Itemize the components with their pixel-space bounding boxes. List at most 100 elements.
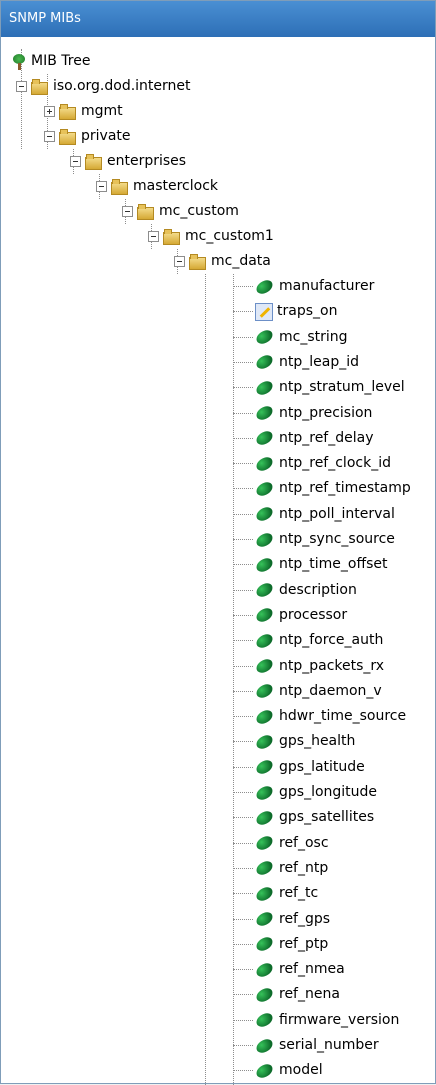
expand-icon[interactable] xyxy=(44,106,55,117)
mib-leaf-ref-ntp[interactable]: ref_ntp xyxy=(255,856,328,881)
tree-connector xyxy=(233,336,253,338)
collapse-icon[interactable] xyxy=(16,81,27,92)
mib-leaf-label: processor xyxy=(279,606,348,623)
collapse-icon[interactable] xyxy=(174,256,185,267)
tree-connector xyxy=(233,387,253,389)
tree-node-label: mc_custom xyxy=(159,203,239,219)
leaf-icon xyxy=(255,430,275,446)
mib-leaf-ntp-force-auth[interactable]: ntp_force_auth xyxy=(255,628,383,653)
collapse-icon[interactable] xyxy=(148,231,159,242)
leaf-icon xyxy=(255,759,275,775)
mib-leaf-description[interactable]: description xyxy=(255,578,357,603)
tree-node-label: mc_custom1 xyxy=(185,228,274,244)
mib-leaf-ref-gps[interactable]: ref_gps xyxy=(255,907,330,932)
tree-connector xyxy=(233,311,253,313)
mib-leaf-processor[interactable]: processor xyxy=(255,603,347,628)
tree-connector xyxy=(233,640,253,642)
tree-node-internet[interactable]: iso.org.dod.internet xyxy=(16,74,191,99)
mib-leaf-firmware-version[interactable]: firmware_version xyxy=(255,1008,399,1033)
mib-leaf-label: ntp_time_offset xyxy=(279,556,388,573)
mib-leaf-gps-satellites[interactable]: gps_satellites xyxy=(255,805,374,830)
mib-leaf-gps-health[interactable]: gps_health xyxy=(255,729,355,754)
leaf-icon xyxy=(255,785,275,801)
panel-title: SNMP MIBs xyxy=(1,1,435,37)
tree-connector xyxy=(233,589,253,591)
folder-icon xyxy=(189,253,207,270)
mib-leaf-label: ref_ptp xyxy=(279,935,329,952)
mib-leaf-ntp-ref-timestamp[interactable]: ntp_ref_timestamp xyxy=(255,476,411,501)
collapse-icon[interactable] xyxy=(96,181,107,192)
folder-icon xyxy=(111,178,129,195)
mib-leaf-ntp-leap-id[interactable]: ntp_leap_id xyxy=(255,350,359,375)
tree-connector xyxy=(233,1019,253,1021)
collapse-icon[interactable] xyxy=(122,206,133,217)
leaf-icon xyxy=(255,987,275,1003)
collapse-icon[interactable] xyxy=(70,156,81,167)
mib-leaf-ref-nena[interactable]: ref_nena xyxy=(255,982,340,1007)
tree-node-label: iso.org.dod.internet xyxy=(53,78,191,94)
mib-tree[interactable]: MIB Tree iso.org.dod.internet mgmt priva… xyxy=(1,37,436,1085)
mib-leaf-ntp-sync-source[interactable]: ntp_sync_source xyxy=(255,527,395,552)
mib-leaf-traps-on[interactable]: traps_on xyxy=(255,299,337,324)
mib-leaf-label: ref_gps xyxy=(279,910,331,927)
mib-leaf-label: ntp_precision xyxy=(279,404,373,421)
mib-leaf-ntp-packets-rx[interactable]: ntp_packets_rx xyxy=(255,654,384,679)
collapse-icon[interactable] xyxy=(44,131,55,142)
tree-node-mgmt[interactable]: mgmt xyxy=(44,99,123,124)
tree-node-label: private xyxy=(81,128,131,144)
mib-leaf-label: ntp_sync_source xyxy=(279,531,395,547)
leaf-icon xyxy=(255,658,275,674)
leaf-icon xyxy=(255,481,275,497)
tree-node-enterprises[interactable]: enterprises xyxy=(70,149,186,174)
mib-leaf-serial-number[interactable]: serial_number xyxy=(255,1033,379,1058)
mib-leaf-mc-string[interactable]: mc_string xyxy=(255,325,348,350)
tree-connector xyxy=(233,564,253,566)
leaf-icon xyxy=(255,329,275,345)
mib-leaf-ntp-ref-clock-id[interactable]: ntp_ref_clock_id xyxy=(255,451,391,476)
leaf-icon xyxy=(255,1012,275,1028)
mib-leaf-label: manufacturer xyxy=(279,278,375,294)
mib-leaf-ref-osc[interactable]: ref_osc xyxy=(255,831,329,856)
tree-root[interactable]: MIB Tree xyxy=(11,49,90,74)
mib-leaf-label: gps_latitude xyxy=(279,758,365,775)
tree-connector xyxy=(233,361,253,363)
tree-node-private[interactable]: private xyxy=(44,124,131,149)
mib-leaf-label: mc_string xyxy=(279,328,348,345)
mib-leaf-label: ntp_force_auth xyxy=(279,632,384,649)
tree-connector xyxy=(233,918,253,920)
tree-connector xyxy=(233,994,253,996)
folder-icon xyxy=(137,203,155,220)
mib-leaf-gps-latitude[interactable]: gps_latitude xyxy=(255,755,365,780)
tree-node-mc-custom1[interactable]: mc_custom1 xyxy=(148,224,274,249)
tree-connector xyxy=(233,437,253,439)
tree-connector xyxy=(233,614,253,616)
tree-node-mc-data[interactable]: mc_data xyxy=(174,249,271,274)
leaf-icon xyxy=(255,582,275,598)
mib-leaf-ref-nmea[interactable]: ref_nmea xyxy=(255,957,345,982)
mib-leaf-label: ref_osc xyxy=(279,834,329,851)
mib-leaf-manufacturer[interactable]: manufacturer xyxy=(255,274,374,299)
folder-icon xyxy=(85,153,103,170)
leaf-icon xyxy=(255,456,275,472)
mib-leaf-ref-ptp[interactable]: ref_ptp xyxy=(255,932,328,957)
mib-leaf-ntp-stratum-level[interactable]: ntp_stratum_level xyxy=(255,375,405,400)
tree-node-masterclock[interactable]: masterclock xyxy=(96,174,218,199)
folder-icon xyxy=(59,128,77,145)
mib-leaf-ntp-time-offset[interactable]: ntp_time_offset xyxy=(255,552,388,577)
mib-leaf-ref-tc[interactable]: ref_tc xyxy=(255,881,318,906)
mib-leaf-gps-longitude[interactable]: gps_longitude xyxy=(255,780,377,805)
mib-leaf-ntp-poll-interval[interactable]: ntp_poll_interval xyxy=(255,502,395,527)
mib-leaf-ntp-ref-delay[interactable]: ntp_ref_delay xyxy=(255,426,374,451)
tree-connector xyxy=(233,969,253,971)
mib-leaf-label: ntp_leap_id xyxy=(279,353,359,370)
mib-leaf-label: firmware_version xyxy=(279,1011,400,1028)
mib-leaf-hdwr-time-source[interactable]: hdwr_time_source xyxy=(255,704,406,729)
mib-leaf-ntp-precision[interactable]: ntp_precision xyxy=(255,401,372,426)
leaf-icon xyxy=(255,709,275,725)
mib-leaf-ntp-daemon-v[interactable]: ntp_daemon_v xyxy=(255,679,382,704)
leaf-icon xyxy=(255,279,275,295)
mib-leaf-label: traps_on xyxy=(277,303,338,320)
tree-node-mc-custom[interactable]: mc_custom xyxy=(122,199,239,224)
leaf-icon xyxy=(255,962,275,978)
mib-leaf-model[interactable]: model xyxy=(255,1058,323,1083)
